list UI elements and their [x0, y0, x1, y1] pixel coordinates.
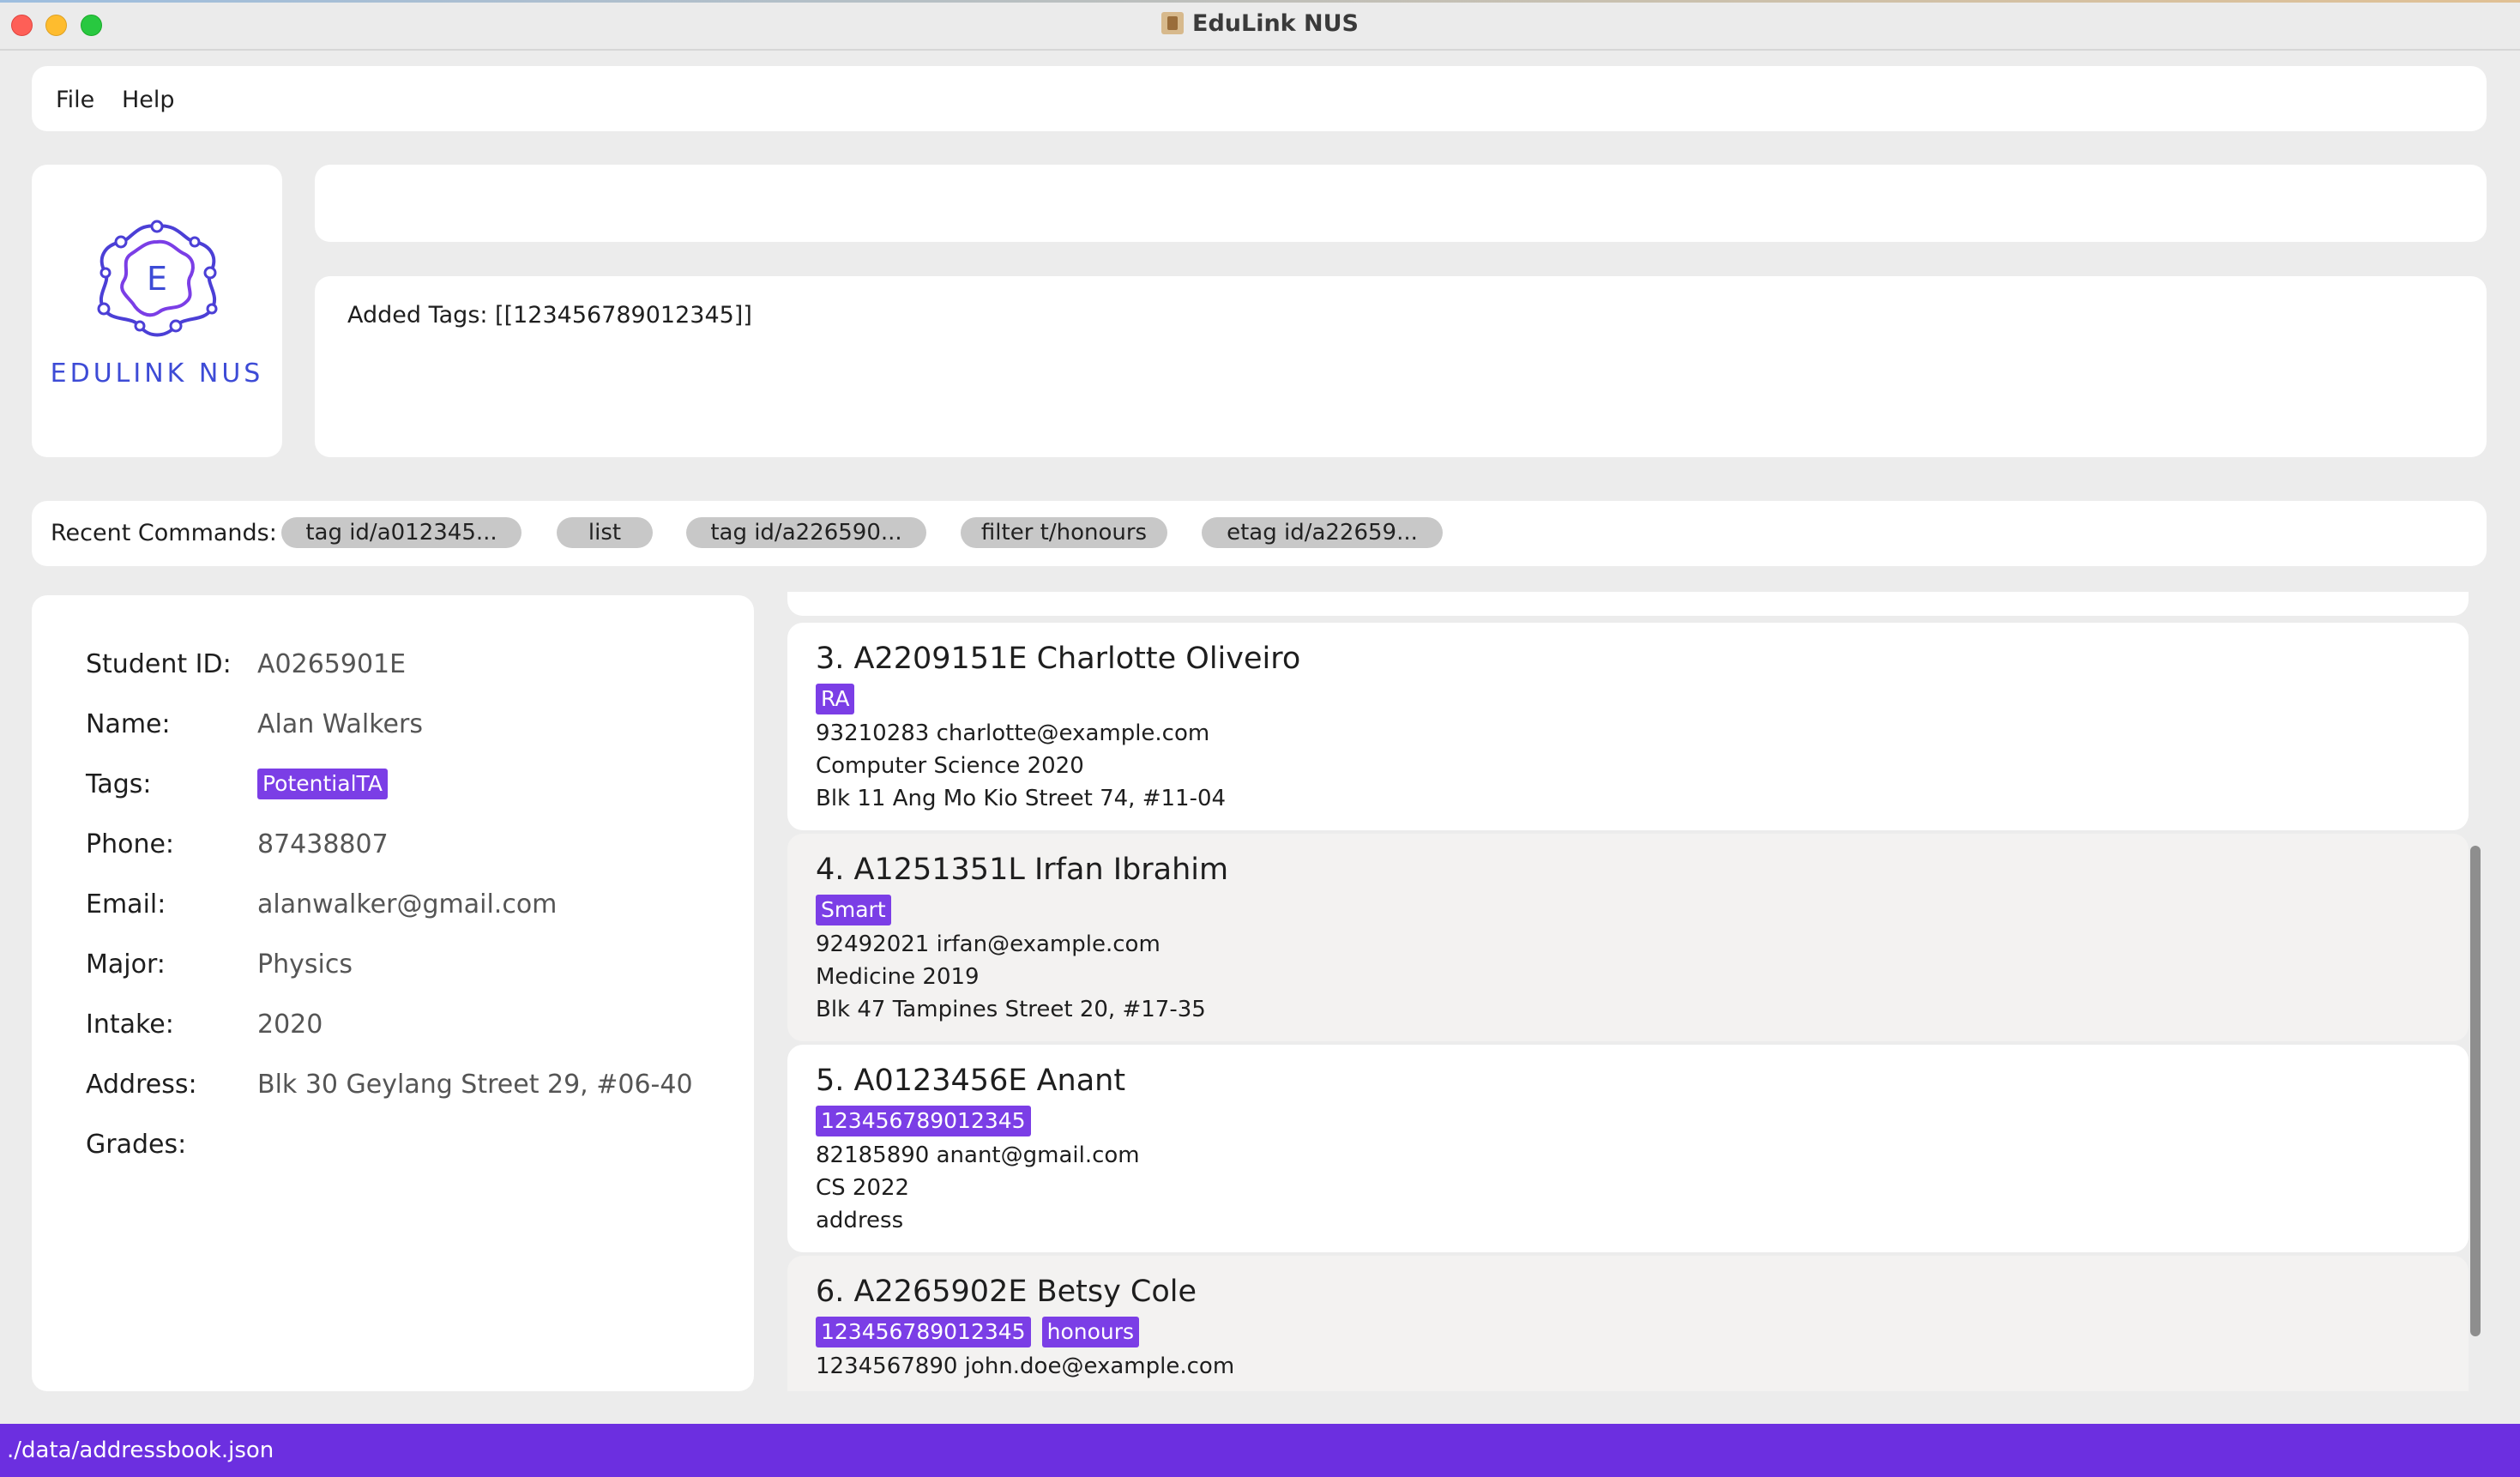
student-card-study: Medicine 2019 [816, 964, 980, 990]
tag-badge: honours [1041, 1317, 1140, 1347]
recent-command-chip[interactable]: etag id/a22659... [1202, 517, 1443, 548]
intake-value: 2020 [257, 1010, 323, 1040]
menu-bar: File Help [32, 66, 2487, 131]
student-card-contact: 92492021 irfan@example.com [816, 931, 1161, 957]
student-card-address: Blk 11 Ang Mo Kio Street 74, #11-04 [816, 786, 1227, 811]
recent-command-chip[interactable]: tag id/a012345... [281, 517, 521, 548]
logo-panel: E EDULINK NUS [32, 165, 282, 457]
student-card-title: 5. A0123456E Anant [816, 1064, 1126, 1098]
student-card-contact: 82185890 anant@gmail.com [816, 1142, 1140, 1168]
tag-badge: Smart [816, 895, 891, 925]
menu-help[interactable]: Help [122, 87, 175, 113]
student-card-address: address [816, 1208, 904, 1233]
student-card-contact: 93210283 charlotte@example.com [816, 720, 1210, 746]
email-value: alanwalker@gmail.com [257, 889, 558, 919]
recent-commands-label: Recent Commands: [51, 520, 277, 546]
recent-command-chip[interactable]: tag id/a226590... [686, 517, 926, 548]
save-location-path: ./data/addressbook.json [7, 1438, 274, 1463]
student-card-contact: 1234567890 john.doe@example.com [816, 1353, 1235, 1379]
grades-label: Grades: [86, 1130, 187, 1160]
list-item[interactable] [787, 592, 2469, 616]
phone-label: Phone: [86, 829, 175, 859]
student-card-title: 4. A1251351L Irfan Ibrahim [816, 853, 1229, 887]
list-item[interactable]: 5. A0123456E Anant 123456789012345 82185… [787, 1045, 2469, 1252]
student-card-study: Computer Science 2020 [816, 753, 1084, 779]
tags-value: PotentialTA [257, 768, 388, 799]
student-list[interactable]: 3. A2209151E Charlotte Oliveiro RA 93210… [784, 592, 2469, 1391]
name-value: Alan Walkers [257, 709, 423, 739]
student-id-value: A0265901E [257, 649, 407, 679]
result-display: Added Tags: [[123456789012345]] [315, 276, 2487, 457]
student-card-study: CS 2022 [816, 1175, 910, 1201]
logo-letter: E [147, 260, 167, 298]
recent-command-chip[interactable]: filter t/honours [961, 517, 1167, 548]
logo-text: EDULINK NUS [50, 359, 264, 389]
major-label: Major: [86, 949, 166, 980]
command-input[interactable] [315, 165, 2487, 242]
tag-badge: PotentialTA [257, 769, 388, 799]
phone-value: 87438807 [257, 829, 389, 859]
window-title: EduLink NUS [0, 10, 2520, 37]
student-card-address: Blk 47 Tampines Street 20, #17-35 [816, 997, 1206, 1022]
student-card-tags: RA [816, 684, 865, 714]
address-value: Blk 30 Geylang Street 29, #06-40 [257, 1070, 693, 1100]
edulink-logo-icon: E [97, 220, 218, 337]
tags-label: Tags: [86, 769, 152, 799]
student-card-tags: 123456789012345 honours [816, 1317, 1150, 1347]
student-id-label: Student ID: [86, 649, 232, 679]
student-card-tags: Smart [816, 895, 902, 925]
menu-file[interactable]: File [56, 87, 94, 113]
intake-label: Intake: [86, 1010, 174, 1040]
list-item[interactable]: 6. A2265902E Betsy Cole 123456789012345 h… [787, 1256, 2469, 1391]
student-detail-panel: Student ID: A0265901E Name: Alan Walkers… [32, 595, 754, 1391]
tag-badge: 123456789012345 [816, 1317, 1031, 1347]
student-card-title: 6. A2265902E Betsy Cole [816, 1275, 1197, 1309]
list-item[interactable]: 3. A2209151E Charlotte Oliveiro RA 93210… [787, 623, 2469, 830]
major-value: Physics [257, 949, 353, 980]
title-bar: EduLink NUS [0, 0, 2520, 51]
recent-commands-bar: Recent Commands: tag id/a012345... list … [32, 501, 2487, 566]
list-scrollbar[interactable] [2470, 846, 2481, 1336]
window-title-text: EduLink NUS [1192, 10, 1359, 37]
name-label: Name: [86, 709, 171, 739]
email-label: Email: [86, 889, 166, 919]
status-bar: ./data/addressbook.json [0, 1424, 2520, 1477]
list-item[interactable]: 4. A1251351L Irfan Ibrahim Smart 9249202… [787, 834, 2469, 1041]
recent-command-chip[interactable]: list [557, 517, 653, 548]
student-card-tags: 123456789012345 [816, 1106, 1042, 1136]
tag-badge: 123456789012345 [816, 1106, 1031, 1136]
tag-badge: RA [816, 684, 855, 714]
address-label: Address: [86, 1070, 197, 1100]
app-icon [1161, 12, 1184, 34]
student-card-title: 3. A2209151E Charlotte Oliveiro [816, 642, 1301, 676]
result-text: Added Tags: [[123456789012345]] [347, 302, 752, 329]
title-bar-accent [0, 0, 2520, 3]
